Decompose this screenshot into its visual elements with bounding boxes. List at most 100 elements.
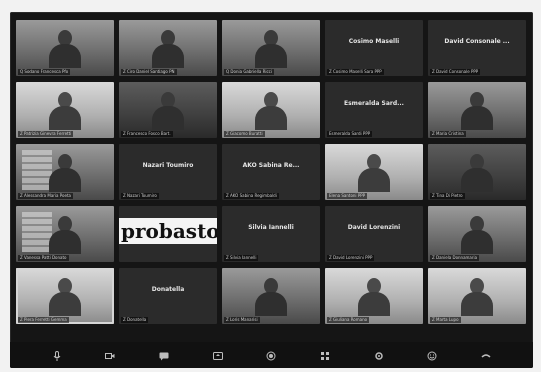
participant-display-name: Cosimo Maselli — [348, 38, 400, 45]
participant-nameplate: Z Giuliana Romano — [327, 317, 370, 323]
participant-nameplate: Z Ciro Daniel Santiago PN — [121, 69, 177, 75]
participant-nameplate: Z Silvia Iannelli — [224, 255, 259, 261]
participant-tile[interactable]: Cosimo Maselli Z Cosimo Maselli Sara PPP — [325, 20, 423, 76]
video-call-window: Q Sodano Francesca Pfo Z Ciro Daniel Sant… — [10, 12, 533, 368]
person-body — [255, 292, 287, 316]
participant-video — [47, 216, 83, 254]
participant-tile[interactable]: Donatella Z Donatella — [119, 268, 217, 324]
participant-nameplate: Z Marta Lupo — [430, 317, 461, 323]
record-icon — [266, 346, 276, 365]
participant-tile[interactable]: AKO Sabina Re... Z AKO Sabina Regimbaldi — [222, 144, 320, 200]
participant-nameplate: Z Tina Di Pietro — [430, 193, 465, 199]
share-screen-button[interactable] — [210, 347, 226, 363]
participant-nameplate: Z Cosimo Maselli Sara PPP — [327, 69, 384, 75]
participant-nameplate: Z Alessandra Maria Poeta — [18, 193, 73, 199]
participant-video — [253, 30, 289, 68]
participant-tile[interactable]: David Lorenzini Z David Lorenzini PPP — [325, 206, 423, 262]
participant-tile[interactable]: Z Piera Ferretti Gemma — [16, 268, 114, 324]
person-body — [255, 44, 287, 68]
participant-nameplate: Elena Santoni PPP — [327, 193, 368, 199]
participant-tile[interactable]: Z Maria Cristina — [428, 82, 526, 138]
participant-tile[interactable]: Q Sodano Francesca Pfo — [16, 20, 114, 76]
participant-tile[interactable]: Z Giacomo Buratti — [222, 82, 320, 138]
person-body — [255, 106, 287, 130]
person-body — [49, 106, 81, 130]
participant-nameplate: Z AKO Sabina Regimbaldi — [224, 193, 279, 199]
video-camera-button[interactable] — [102, 347, 118, 363]
participants-button[interactable] — [317, 347, 333, 363]
person-body — [461, 230, 493, 254]
participant-tile[interactable]: Z Ciro Daniel Santiago PN — [119, 20, 217, 76]
settings-icon — [374, 346, 384, 365]
participant-video — [47, 154, 83, 192]
participant-display-name: David Lorenzini — [347, 224, 401, 231]
participant-tile[interactable]: Z Francesco Fosco Bart. — [119, 82, 217, 138]
participant-tile[interactable]: Z Loris Manarisi — [222, 268, 320, 324]
participant-tile[interactable]: Z Marta Lupo — [428, 268, 526, 324]
participant-tile[interactable]: Z Tina Di Pietro — [428, 144, 526, 200]
participant-nameplate: Z Giacomo Buratti — [224, 131, 265, 137]
participant-video — [356, 154, 392, 192]
participant-video — [253, 278, 289, 316]
participant-display-name: Nazari Toumiro — [142, 162, 194, 169]
participant-video — [47, 92, 83, 130]
person-body — [358, 168, 390, 192]
person-body — [152, 44, 184, 68]
participant-tile[interactable]: Z Vanessa Patti Donato — [16, 206, 114, 262]
record-button[interactable] — [263, 347, 279, 363]
participant-nameplate: Q Donia Gabriella Ricci — [224, 69, 274, 75]
participant-nameplate: Z Patrizia Ginevra Ferretti — [18, 131, 74, 137]
settings-button[interactable] — [371, 347, 387, 363]
participant-tile[interactable]: David Consonale ... Z David Consonale PPP — [428, 20, 526, 76]
chat-icon — [159, 346, 169, 365]
participant-video — [47, 278, 83, 316]
participant-tile[interactable]: Z Daniela Donnamaria — [428, 206, 526, 262]
participant-video — [47, 30, 83, 68]
participant-nameplate: Z Loris Manarisi — [224, 317, 260, 323]
participant-display-name: AKO Sabina Re... — [242, 162, 300, 169]
participant-nameplate: Z Vanessa Patti Donato — [18, 255, 69, 261]
person-body — [461, 292, 493, 316]
participant-tile[interactable]: Z Giuliana Romano — [325, 268, 423, 324]
participant-tile[interactable]: Z Alessandra Maria Poeta — [16, 144, 114, 200]
participant-tile[interactable]: probasto — [119, 206, 217, 262]
participant-video — [459, 154, 495, 192]
participant-video — [253, 92, 289, 130]
person-body — [358, 292, 390, 316]
microphone-button[interactable] — [49, 347, 65, 363]
chat-button[interactable] — [156, 347, 172, 363]
participant-video — [459, 216, 495, 254]
participant-video — [356, 278, 392, 316]
person-body — [49, 230, 81, 254]
person-body — [461, 168, 493, 192]
reactions-button[interactable] — [424, 347, 440, 363]
shared-banner-text: probasto — [119, 218, 217, 244]
participant-nameplate: Z Maria Cristina — [430, 131, 466, 137]
participant-tile[interactable]: Q Donia Gabriella Ricci — [222, 20, 320, 76]
participant-nameplate: Esmeralda Sardi PPP — [327, 131, 373, 137]
reactions-icon — [427, 346, 437, 365]
video-camera-icon — [105, 346, 115, 365]
participant-tile[interactable]: Z Patrizia Ginevra Ferretti — [16, 82, 114, 138]
microphone-icon — [52, 346, 62, 365]
participant-grid: Q Sodano Francesca Pfo Z Ciro Daniel Sant… — [16, 20, 527, 338]
participant-tile[interactable]: Esmeralda Sard... Esmeralda Sardi PPP — [325, 82, 423, 138]
participant-tile[interactable]: Elena Santoni PPP — [325, 144, 423, 200]
share-screen-icon — [212, 346, 223, 365]
participant-video — [150, 92, 186, 130]
participant-nameplate: Z Francesco Fosco Bart. — [121, 131, 173, 137]
leave-button[interactable] — [478, 347, 494, 363]
leave-icon — [481, 346, 491, 365]
participant-video — [459, 278, 495, 316]
participant-nameplate: Z Donatella — [121, 317, 149, 323]
person-body — [49, 292, 81, 316]
participant-nameplate: Z Piera Ferretti Gemma — [18, 317, 69, 323]
participant-tile[interactable]: Silvia Iannelli Z Silvia Iannelli — [222, 206, 320, 262]
participant-tile[interactable]: Nazari Toumiro Z Nazari Toumiro — [119, 144, 217, 200]
participant-nameplate: Z David Lorenzini PPP — [327, 255, 375, 261]
participant-video — [150, 30, 186, 68]
participant-display-name: Esmeralda Sard... — [344, 100, 404, 107]
participant-nameplate: Z Daniela Donnamaria — [430, 255, 480, 261]
page-background: Q Sodano Francesca Pfo Z Ciro Daniel Sant… — [0, 0, 541, 372]
participants-icon — [320, 346, 330, 365]
